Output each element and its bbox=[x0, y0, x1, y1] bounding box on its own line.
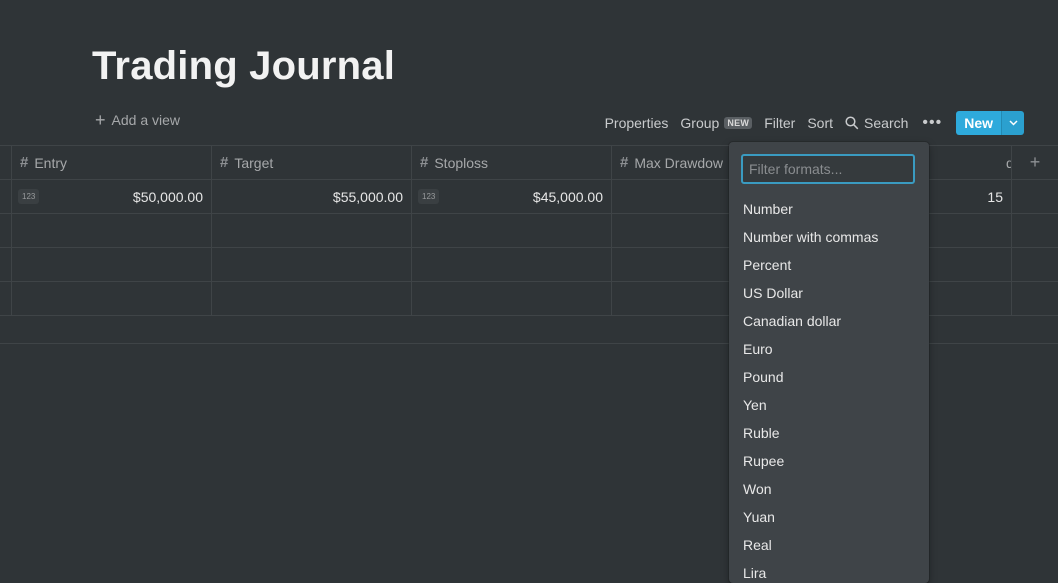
cell-empty[interactable] bbox=[212, 214, 412, 247]
format-option-ruble[interactable]: Ruble bbox=[729, 419, 929, 447]
format-option-yen[interactable]: Yen bbox=[729, 391, 929, 419]
more-options-icon[interactable]: ••• bbox=[914, 111, 952, 135]
number-format-menu: Number Number with commas Percent US Dol… bbox=[729, 142, 929, 583]
filter-formats-input[interactable] bbox=[741, 154, 915, 184]
database-toolbar: Properties Group NEW Filter Sort Search … bbox=[599, 111, 1024, 135]
cell-value: $55,000.00 bbox=[332, 188, 403, 205]
cell-empty[interactable] bbox=[412, 248, 612, 281]
format-option-number-with-commas[interactable]: Number with commas bbox=[729, 223, 929, 251]
number-format-tag: 123 bbox=[18, 189, 40, 204]
row-handle bbox=[0, 180, 12, 213]
format-option-us-dollar[interactable]: US Dollar bbox=[729, 279, 929, 307]
format-option-percent[interactable]: Percent bbox=[729, 251, 929, 279]
format-option-euro[interactable]: Euro bbox=[729, 335, 929, 363]
add-view-button[interactable]: + Add a view bbox=[95, 110, 180, 130]
number-type-icon: # bbox=[220, 154, 229, 171]
notion-page: Trading Journal + Add a view Properties … bbox=[0, 0, 1058, 583]
number-format-tag: 123 bbox=[418, 189, 440, 204]
cell-value: 15 bbox=[987, 188, 1003, 205]
format-option-canadian-dollar[interactable]: Canadian dollar bbox=[729, 307, 929, 335]
column-label: Stoploss bbox=[434, 154, 489, 171]
new-button[interactable]: New bbox=[956, 111, 1001, 135]
page-title: Trading Journal bbox=[92, 44, 396, 88]
add-column-button[interactable]: + bbox=[1012, 146, 1058, 179]
filter-button[interactable]: Filter bbox=[758, 111, 801, 135]
cell-stoploss[interactable]: 123 $45,000.00 bbox=[412, 180, 612, 213]
column-label: Max Drawdow bbox=[634, 154, 724, 171]
new-button-group: New bbox=[956, 111, 1024, 135]
format-option-lira[interactable]: Lira bbox=[729, 559, 929, 583]
cell-empty[interactable] bbox=[12, 214, 212, 247]
cell-value: $45,000.00 bbox=[532, 188, 603, 205]
cell-empty[interactable] bbox=[412, 214, 612, 247]
cell-empty[interactable] bbox=[212, 248, 412, 281]
format-option-pound[interactable]: Pound bbox=[729, 363, 929, 391]
cell-empty bbox=[1012, 180, 1058, 213]
search-label: Search bbox=[864, 115, 909, 131]
column-label: Entry bbox=[34, 154, 68, 171]
column-header-entry[interactable]: # Entry bbox=[12, 146, 212, 179]
cell-empty[interactable] bbox=[12, 248, 212, 281]
plus-icon: + bbox=[1029, 152, 1041, 172]
column-label: Target bbox=[234, 154, 274, 171]
cell-value: $50,000.00 bbox=[132, 188, 203, 205]
group-label: Group bbox=[680, 115, 720, 131]
format-option-won[interactable]: Won bbox=[729, 475, 929, 503]
column-header-stoploss[interactable]: # Stoploss bbox=[412, 146, 612, 179]
format-option-number[interactable]: Number bbox=[729, 195, 929, 223]
format-option-real[interactable]: Real bbox=[729, 531, 929, 559]
chevron-down-icon[interactable] bbox=[1001, 111, 1024, 135]
search-button[interactable]: Search bbox=[839, 111, 914, 135]
cell-target[interactable]: $55,000.00 bbox=[212, 180, 412, 213]
search-icon bbox=[845, 116, 859, 130]
number-type-icon: # bbox=[420, 154, 429, 171]
row-handle-column bbox=[0, 146, 12, 179]
cell-entry[interactable]: 123 $50,000.00 bbox=[12, 180, 212, 213]
group-button[interactable]: Group NEW bbox=[674, 111, 758, 135]
new-badge: NEW bbox=[724, 117, 753, 129]
sort-button[interactable]: Sort bbox=[801, 111, 839, 135]
format-options-list: Number Number with commas Percent US Dol… bbox=[729, 195, 929, 583]
format-option-yuan[interactable]: Yuan bbox=[729, 503, 929, 531]
number-type-icon: # bbox=[20, 154, 29, 171]
format-option-rupee[interactable]: Rupee bbox=[729, 447, 929, 475]
properties-button[interactable]: Properties bbox=[599, 111, 675, 135]
add-view-label: Add a view bbox=[111, 112, 180, 128]
plus-icon: + bbox=[95, 110, 106, 130]
column-header-target[interactable]: # Target bbox=[212, 146, 412, 179]
number-type-icon: # bbox=[620, 154, 629, 171]
